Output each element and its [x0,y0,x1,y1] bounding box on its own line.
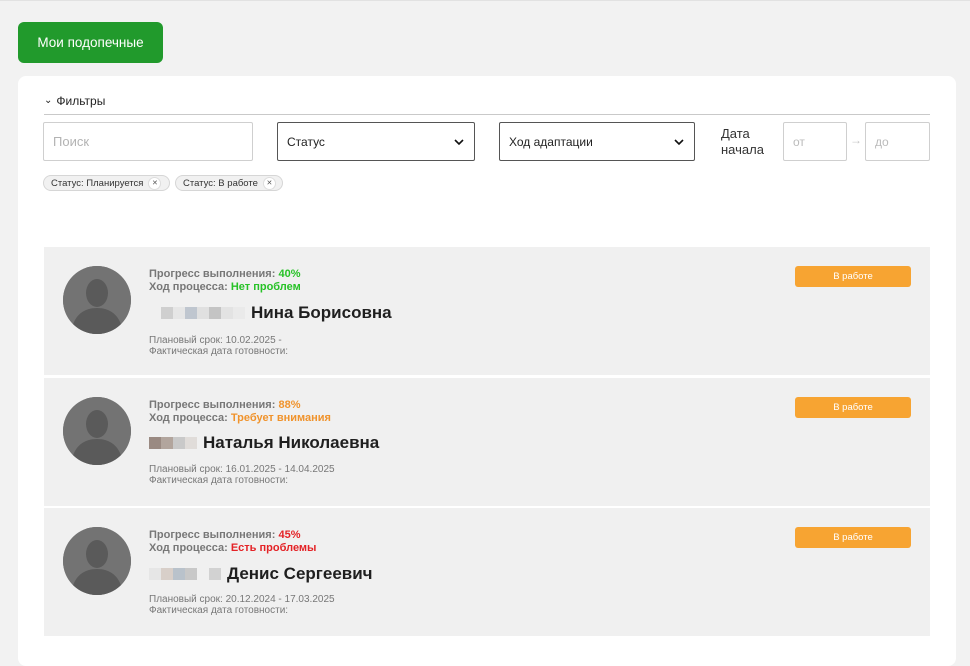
progress-line: Прогресс выполнения: 88% [149,399,301,411]
redacted-surname [149,568,221,580]
adaptation-select-value: Ход адаптации [509,134,593,149]
progress-value: 45% [278,529,301,541]
actual-date: Фактическая дата готовности: [149,475,289,486]
process-value: Есть проблемы [230,542,317,554]
mentee-name: Денис Сергеевич [149,564,373,584]
filters-toggle[interactable]: ⌄ Фильтры [44,94,105,108]
mentee-name: Нина Борисовна [149,303,392,323]
person-silhouette-icon [63,266,131,334]
planned-deadline: Плановый срок: 16.01.2025 - 14.04.2025 [149,464,335,475]
chevron-down-icon: ⌄ [44,94,53,106]
process-value: Нет проблем [230,281,301,293]
avatar [63,266,131,334]
filter-chip: Статус: В работе ✕ [175,175,283,191]
start-date-label: Дата начала [721,126,764,157]
status-select-value: Статус [287,134,325,149]
process-line: Ход процесса: Требует внимания [149,412,331,424]
status-select[interactable]: Статус [277,122,475,161]
date-from-input[interactable]: от [783,122,847,161]
redacted-surname [149,307,245,319]
process-value: Требует внимания [230,412,331,424]
status-badge[interactable]: В работе [795,266,911,287]
actual-date: Фактическая дата готовности: [149,605,289,616]
avatar [63,527,131,595]
top-divider [0,0,970,1]
progress-line: Прогресс выполнения: 45% [149,529,301,541]
actual-date: Фактическая дата готовности: [149,346,289,357]
filters-divider [44,114,930,115]
close-icon[interactable]: ✕ [262,176,276,190]
mentee-card[interactable]: Прогресс выполнения: 45% Ход процесса: Е… [44,508,930,636]
progress-value: 88% [278,399,301,411]
mentee-name: Наталья Николаевна [149,433,379,453]
filters-label: Фильтры [56,94,106,108]
filter-chip: Статус: Планируется ✕ [43,175,170,191]
mentee-card[interactable]: Прогресс выполнения: 88% Ход процесса: Т… [44,378,930,506]
chip-label: Статус: Планируется [51,177,144,189]
avatar [63,397,131,465]
person-silhouette-icon [63,397,131,465]
search-input[interactable]: Поиск [43,122,253,161]
process-line: Ход процесса: Нет проблем [149,281,301,293]
status-badge[interactable]: В работе [795,527,911,548]
arrow-right-icon: → [850,133,862,147]
planned-deadline: Плановый срок: 20.12.2024 - 17.03.2025 [149,594,335,605]
process-line: Ход процесса: Есть проблемы [149,542,317,554]
chevron-down-icon [674,138,684,145]
chip-label: Статус: В работе [183,177,258,189]
person-silhouette-icon [63,527,131,595]
date-to-input[interactable]: до [865,122,930,161]
status-badge[interactable]: В работе [795,397,911,418]
close-icon[interactable]: ✕ [148,176,162,190]
adaptation-select[interactable]: Ход адаптации [499,122,695,161]
planned-deadline: Плановый срок: 10.02.2025 - [149,335,282,346]
redacted-surname [149,437,197,449]
progress-value: 40% [278,268,301,280]
chevron-down-icon [454,138,464,145]
mentee-card[interactable]: Прогресс выполнения: 40% Ход процесса: Н… [44,247,930,375]
progress-line: Прогресс выполнения: 40% [149,268,301,280]
my-mentees-button[interactable]: Мои подопечные [18,22,163,63]
